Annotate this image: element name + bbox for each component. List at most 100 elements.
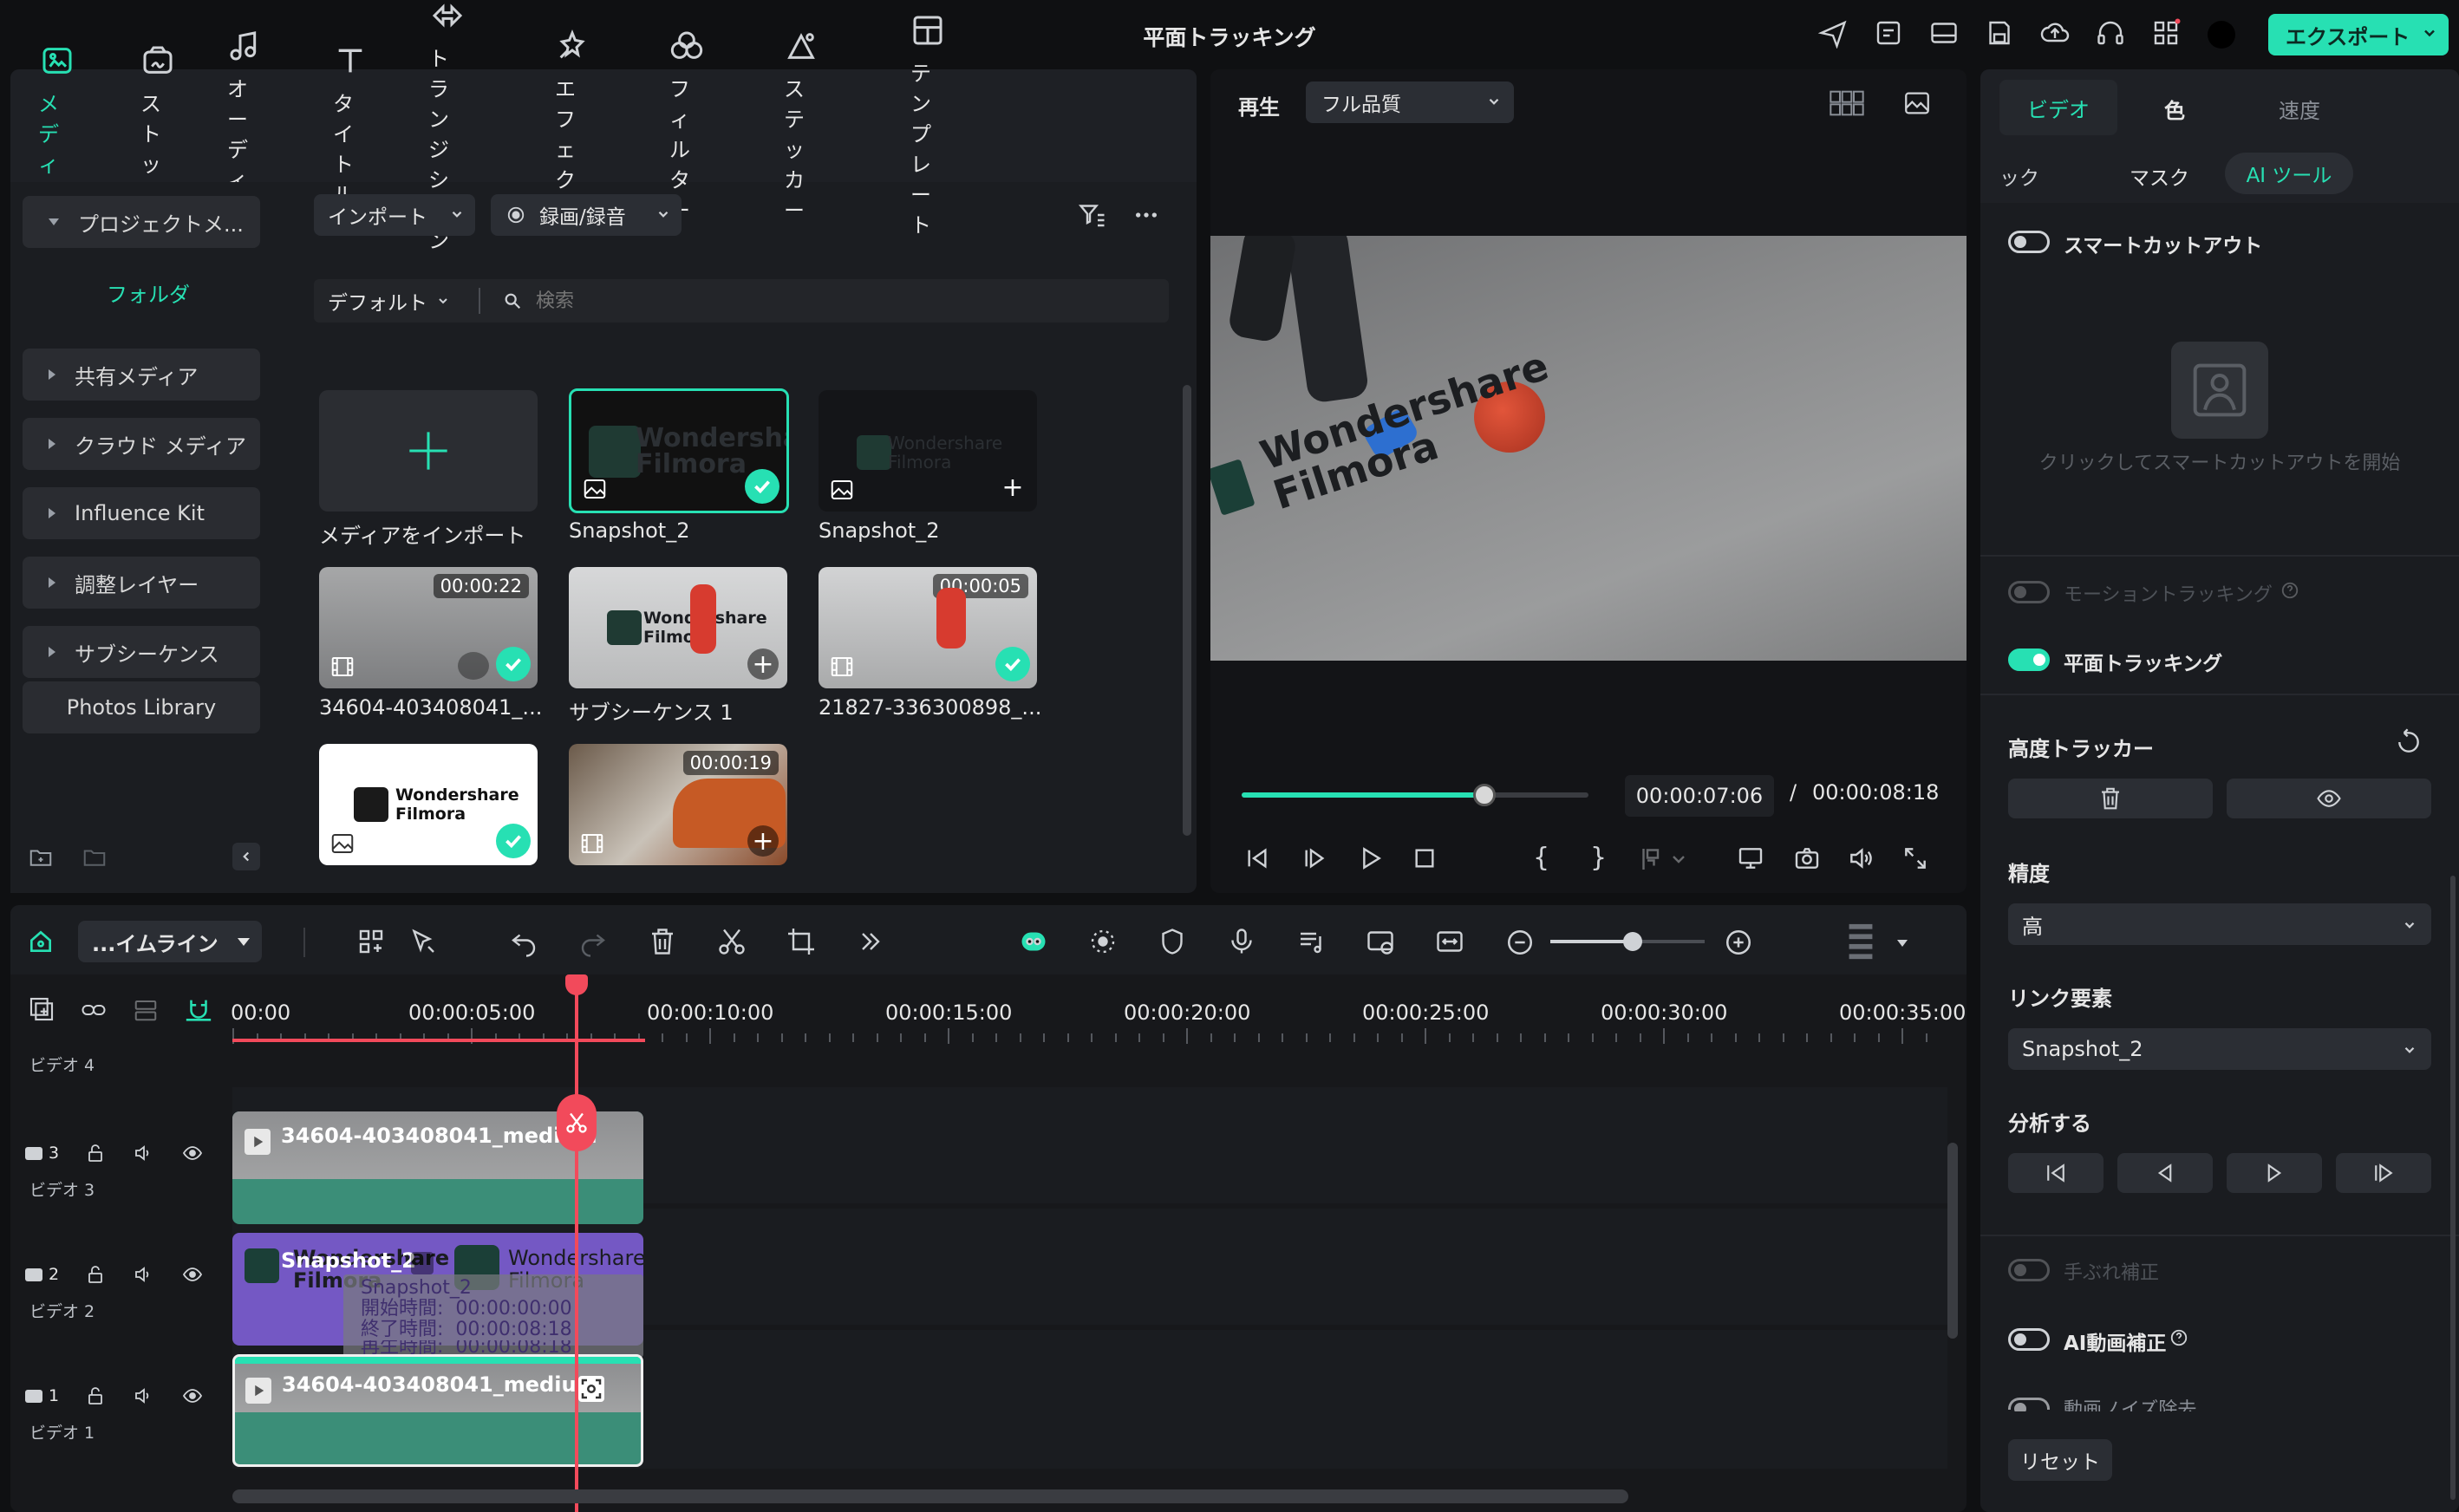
video-preview[interactable]: Wondershare Filmora	[1210, 236, 1967, 661]
tab-title[interactable]: タイトル	[333, 49, 368, 207]
chevron-down-icon[interactable]	[2421, 24, 2438, 42]
progress-handle[interactable]	[1473, 784, 1496, 806]
add-track-icon[interactable]	[28, 995, 55, 1023]
delete-tracker-button[interactable]	[2008, 779, 2213, 818]
smart-cutout-toggle[interactable]	[2008, 231, 2050, 253]
sidebar-item-4[interactable]: サブシーケンス	[23, 626, 260, 678]
track-layout-icon[interactable]	[1847, 922, 1875, 962]
media-item-subsequence[interactable]: WondershareFilmora +	[569, 567, 787, 688]
microphone-icon[interactable]	[1226, 926, 1257, 957]
tab-template[interactable]: テンプレート	[910, 16, 945, 238]
help-icon[interactable]	[2169, 1328, 2188, 1347]
lock-icon[interactable]	[85, 1264, 106, 1285]
media-item-video[interactable]: 00:00:22	[319, 567, 538, 688]
stabilization-toggle[interactable]	[2008, 1259, 2050, 1281]
split-scissors-button[interactable]	[557, 1094, 597, 1151]
tab-video[interactable]: ビデオ	[1999, 80, 2117, 135]
caret-down-icon[interactable]	[1897, 940, 1908, 947]
avatar[interactable]	[2208, 21, 2235, 49]
ai-robot-icon[interactable]	[1018, 926, 1049, 957]
display-icon[interactable]	[1734, 844, 1767, 872]
layout-icon[interactable]	[1928, 17, 1960, 49]
quality-dropdown[interactable]: フル品質	[1306, 81, 1514, 123]
play-icon[interactable]	[1354, 844, 1386, 872]
media-scrollbar[interactable]	[1183, 385, 1191, 836]
export-button[interactable]: エクスポート	[2268, 14, 2449, 55]
tab-speed[interactable]: 速度	[2279, 94, 2320, 124]
timeline-v-scrollbar[interactable]	[1947, 1143, 1958, 1339]
import-media-tile[interactable]	[319, 390, 538, 512]
timeline-mode-dropdown[interactable]: ...イムライン	[78, 921, 262, 962]
tab-filter[interactable]: フィルター	[669, 31, 704, 223]
split-icon[interactable]	[716, 926, 747, 957]
import-button[interactable]: インポート	[314, 194, 475, 236]
tab-media[interactable]: メディア	[38, 48, 76, 207]
sidebar-item-1[interactable]: クラウド メディア	[23, 418, 260, 470]
filter-list-icon[interactable]	[1075, 199, 1110, 231]
more-icon[interactable]	[1131, 201, 1162, 229]
eye-icon[interactable]	[180, 1143, 205, 1163]
search-input[interactable]	[536, 286, 1143, 316]
image-quality-icon[interactable]	[1901, 88, 1934, 118]
sidebar-item-2[interactable]: Influence Kit	[23, 487, 260, 539]
record-button[interactable]: 録画/録音	[491, 194, 682, 236]
subtab-mask[interactable]: マスク	[2130, 161, 2189, 191]
precision-dropdown[interactable]: 高	[2008, 903, 2431, 945]
auto-reframe-icon[interactable]	[1087, 926, 1119, 957]
timeline-h-scrollbar[interactable]	[232, 1489, 1628, 1503]
grid-view-icon[interactable]	[1830, 90, 1864, 116]
motion-tracking-toggle[interactable]	[2008, 581, 2050, 603]
next-frame-icon[interactable]	[1299, 844, 1330, 872]
shield-marker-icon[interactable]	[1157, 926, 1188, 957]
zoom-slider[interactable]	[1550, 932, 1705, 951]
marker-icon[interactable]	[1639, 846, 1687, 872]
folder-icon[interactable]	[80, 844, 109, 870]
select-arrow-icon[interactable]	[408, 926, 439, 957]
work-area-range[interactable]	[232, 1039, 645, 1042]
send-icon[interactable]	[1817, 17, 1849, 49]
media-item-logo-image[interactable]: Wondershare Filmora	[319, 744, 538, 865]
more-tools-icon[interactable]	[855, 926, 886, 957]
home-icon[interactable]	[26, 928, 55, 955]
tab-color[interactable]: 色	[2164, 94, 2185, 124]
playhead-line[interactable]	[575, 974, 578, 1512]
mark-in-icon[interactable]: {	[1533, 843, 1549, 873]
watermark-overlay[interactable]: Wondershare Filmora	[1255, 342, 1566, 518]
snapshot-camera-icon[interactable]	[1791, 844, 1823, 872]
properties-scrollbar[interactable]	[2450, 876, 2456, 1500]
speaker-icon[interactable]	[132, 1385, 154, 1406]
media-item-car-video[interactable]: 00:00:19 +	[569, 744, 787, 865]
link-icon[interactable]	[78, 997, 109, 1023]
view-tracker-button[interactable]	[2227, 779, 2431, 818]
fullscreen-icon[interactable]	[1901, 844, 1930, 872]
analyze-forward-button[interactable]	[2227, 1153, 2322, 1193]
play-tab[interactable]: 再生	[1238, 90, 1280, 121]
eye-icon[interactable]	[180, 1264, 205, 1285]
add-icon[interactable]: +	[747, 648, 779, 680]
crop-icon[interactable]	[786, 926, 817, 957]
audio-list-icon[interactable]	[1295, 926, 1327, 957]
analyze-forward-all-button[interactable]	[2336, 1153, 2431, 1193]
tab-effect[interactable]: エフェクト	[555, 29, 590, 223]
sidebar-folder[interactable]: フォルダ	[10, 277, 286, 308]
link-element-dropdown[interactable]: Snapshot_2	[2008, 1028, 2431, 1070]
apps-icon[interactable]	[2150, 17, 2182, 49]
sort-dropdown[interactable]: デフォルト	[314, 286, 479, 316]
media-item-snapshot[interactable]: Wondershare Filmora +	[819, 390, 1037, 512]
tab-music[interactable]: オーディオ	[227, 30, 262, 223]
tab-stock[interactable]: ストック	[140, 46, 175, 207]
new-folder-icon[interactable]	[26, 844, 55, 870]
analyze-backward-button[interactable]	[2117, 1153, 2213, 1193]
collapse-sidebar-button[interactable]	[232, 843, 260, 870]
reset-button[interactable]: リセット	[2008, 1439, 2112, 1481]
eye-icon[interactable]	[180, 1385, 205, 1406]
ai-enhance-toggle[interactable]	[2008, 1328, 2050, 1351]
zoom-out-icon[interactable]	[1505, 928, 1535, 957]
redo-icon[interactable]	[577, 926, 609, 957]
cloud-upload-icon[interactable]	[2039, 17, 2071, 49]
mark-out-icon[interactable]: }	[1590, 843, 1607, 873]
sidebar-photos-library[interactable]: Photos Library	[23, 681, 260, 733]
subtab-ai-tools[interactable]: AI ツール	[2225, 153, 2353, 194]
volume-icon[interactable]	[1845, 844, 1876, 872]
fit-screen-icon[interactable]	[1434, 926, 1465, 957]
